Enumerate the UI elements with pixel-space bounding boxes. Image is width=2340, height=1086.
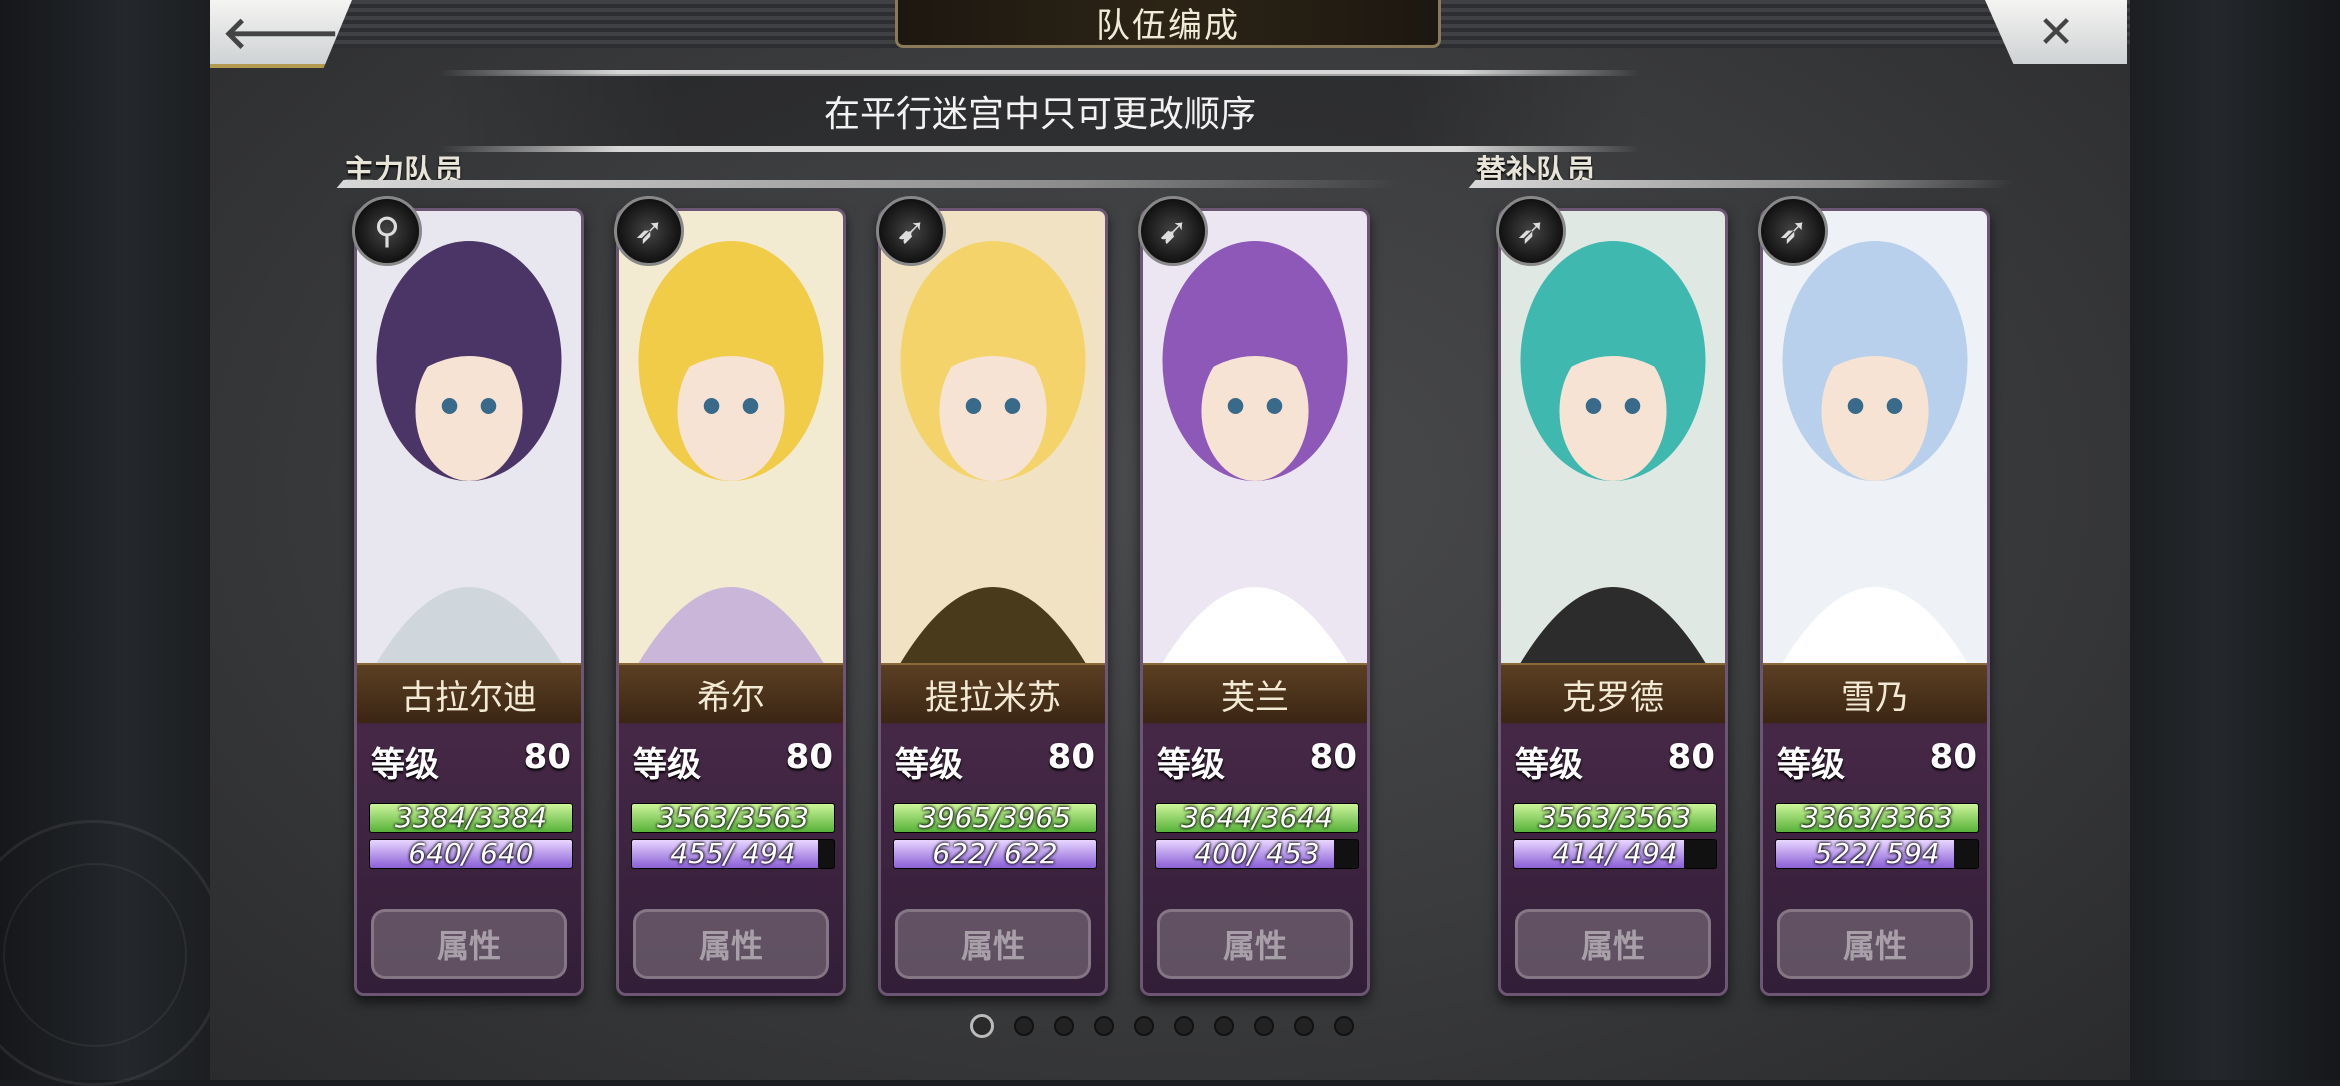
member-stats: 等级 80 3363/3363 522/ 594 属性 (1763, 723, 1987, 993)
level-label: 等级 (633, 745, 701, 785)
member-card[interactable]: 克罗德 等级 80 3563/3563 414/ 494 属性 (1498, 208, 1728, 996)
member-name: 雪乃 (1763, 663, 1987, 725)
member-stats: 等级 80 3563/3563 414/ 494 属性 (1501, 723, 1725, 993)
character-portrait (1763, 211, 1987, 663)
level-label: 等级 (1777, 745, 1845, 785)
level-row: 等级 80 (371, 737, 571, 786)
level-value: 80 (1929, 737, 1977, 777)
mp-bar: 455/ 494 (631, 839, 835, 869)
attribute-button[interactable]: 属性 (371, 909, 567, 979)
member-name: 提拉米苏 (881, 663, 1105, 725)
mp-bar: 640/ 640 (369, 839, 573, 869)
level-value: 80 (1309, 737, 1357, 777)
member-stats: 等级 80 3384/3384 640/ 640 属性 (357, 723, 581, 993)
hp-text: 3363/3363 (1801, 803, 1953, 833)
close-icon: ✕ (2037, 6, 2075, 58)
member-stats: 等级 80 3644/3644 400/ 453 属性 (1143, 723, 1367, 993)
member-card[interactable]: 古拉尔迪 等级 80 3384/3384 640/ 640 属性 (354, 208, 584, 996)
member-name: 古拉尔迪 (357, 663, 581, 725)
member-stats: 等级 80 3965/3965 622/ 622 属性 (881, 723, 1105, 993)
page-dot[interactable] (1174, 1016, 1194, 1036)
level-label: 等级 (1515, 745, 1583, 785)
member-card[interactable]: 提拉米苏 等级 80 3965/3965 622/ 622 属性 (878, 208, 1108, 996)
main-members-rule (336, 180, 1404, 188)
member-card[interactable]: 希尔 等级 80 3563/3563 455/ 494 属性 (616, 208, 846, 996)
attribute-button[interactable]: 属性 (895, 909, 1091, 979)
bow-icon: ➶ (614, 196, 684, 266)
mp-bar: 414/ 494 (1513, 839, 1717, 869)
mp-bar: 522/ 594 (1775, 839, 1979, 869)
compass-decoration (0, 820, 226, 1086)
member-name: 希尔 (619, 663, 843, 725)
mp-text: 622/ 622 (932, 839, 1058, 869)
mp-text: 400/ 453 (1194, 839, 1320, 869)
page-indicator (970, 1014, 1354, 1038)
hp-text: 3644/3644 (1181, 803, 1333, 833)
spear-icon: ➹ (1138, 196, 1208, 266)
mp-bar: 622/ 622 (893, 839, 1097, 869)
page-dot[interactable] (1134, 1016, 1154, 1036)
level-row: 等级 80 (1157, 737, 1357, 786)
member-stats: 等级 80 3563/3563 455/ 494 属性 (619, 723, 843, 993)
hp-text: 3384/3384 (395, 803, 547, 833)
bow-icon: ➶ (1496, 196, 1566, 266)
level-value: 80 (523, 737, 571, 777)
hp-bar: 3563/3563 (631, 803, 835, 833)
level-label: 等级 (1157, 745, 1225, 785)
member-name: 克罗德 (1501, 663, 1725, 725)
level-value: 80 (1667, 737, 1715, 777)
page-dot[interactable] (970, 1014, 994, 1038)
level-value: 80 (785, 737, 833, 777)
hp-bar: 3563/3563 (1513, 803, 1717, 833)
reserve-members-rule (1468, 180, 2016, 188)
character-portrait (1501, 211, 1725, 663)
level-row: 等级 80 (895, 737, 1095, 786)
right-background (2130, 0, 2340, 1080)
notice-divider-bottom (440, 146, 1640, 152)
hp-text: 3965/3965 (919, 803, 1071, 833)
member-card[interactable]: 芙兰 等级 80 3644/3644 400/ 453 属性 (1140, 208, 1370, 996)
hp-bar: 3965/3965 (893, 803, 1097, 833)
character-portrait (619, 211, 843, 663)
character-portrait (881, 211, 1105, 663)
page-dot[interactable] (1334, 1016, 1354, 1036)
left-background (0, 0, 226, 1086)
page-dot[interactable] (1014, 1016, 1034, 1036)
hp-text: 3563/3563 (657, 803, 809, 833)
attribute-button[interactable]: 属性 (633, 909, 829, 979)
hp-bar: 3363/3363 (1775, 803, 1979, 833)
page-dot[interactable] (1214, 1016, 1234, 1036)
attribute-button[interactable]: 属性 (1157, 909, 1353, 979)
mp-text: 414/ 494 (1552, 839, 1678, 869)
attribute-button[interactable]: 属性 (1777, 909, 1973, 979)
mp-text: 640/ 640 (408, 839, 534, 869)
level-row: 等级 80 (1515, 737, 1715, 786)
level-label: 等级 (895, 745, 963, 785)
member-card[interactable]: 雪乃 等级 80 3363/3363 522/ 594 属性 (1760, 208, 1990, 996)
character-portrait (1143, 211, 1367, 663)
staff-icon: ⚲ (352, 196, 422, 266)
spear-icon: ➹ (876, 196, 946, 266)
bow-icon: ➶ (1758, 196, 1828, 266)
attribute-button[interactable]: 属性 (1515, 909, 1711, 979)
notice-text: 在平行迷宫中只可更改顺序 (440, 74, 1640, 148)
level-label: 等级 (371, 745, 439, 785)
page-dot[interactable] (1094, 1016, 1114, 1036)
page-dot[interactable] (1054, 1016, 1074, 1036)
page-dot[interactable] (1294, 1016, 1314, 1036)
hp-bar: 3644/3644 (1155, 803, 1359, 833)
mp-bar: 400/ 453 (1155, 839, 1359, 869)
member-name: 芙兰 (1143, 663, 1367, 725)
level-row: 等级 80 (633, 737, 833, 786)
mp-text: 455/ 494 (670, 839, 796, 869)
character-portrait (357, 211, 581, 663)
page-dot[interactable] (1254, 1016, 1274, 1036)
mp-text: 522/ 594 (1814, 839, 1940, 869)
level-row: 等级 80 (1777, 737, 1977, 786)
arrow-left-icon: 🡐 (222, 8, 340, 59)
hp-bar: 3384/3384 (369, 803, 573, 833)
level-value: 80 (1047, 737, 1095, 777)
page-title: 队伍编成 (895, 0, 1441, 48)
hp-text: 3563/3563 (1539, 803, 1691, 833)
